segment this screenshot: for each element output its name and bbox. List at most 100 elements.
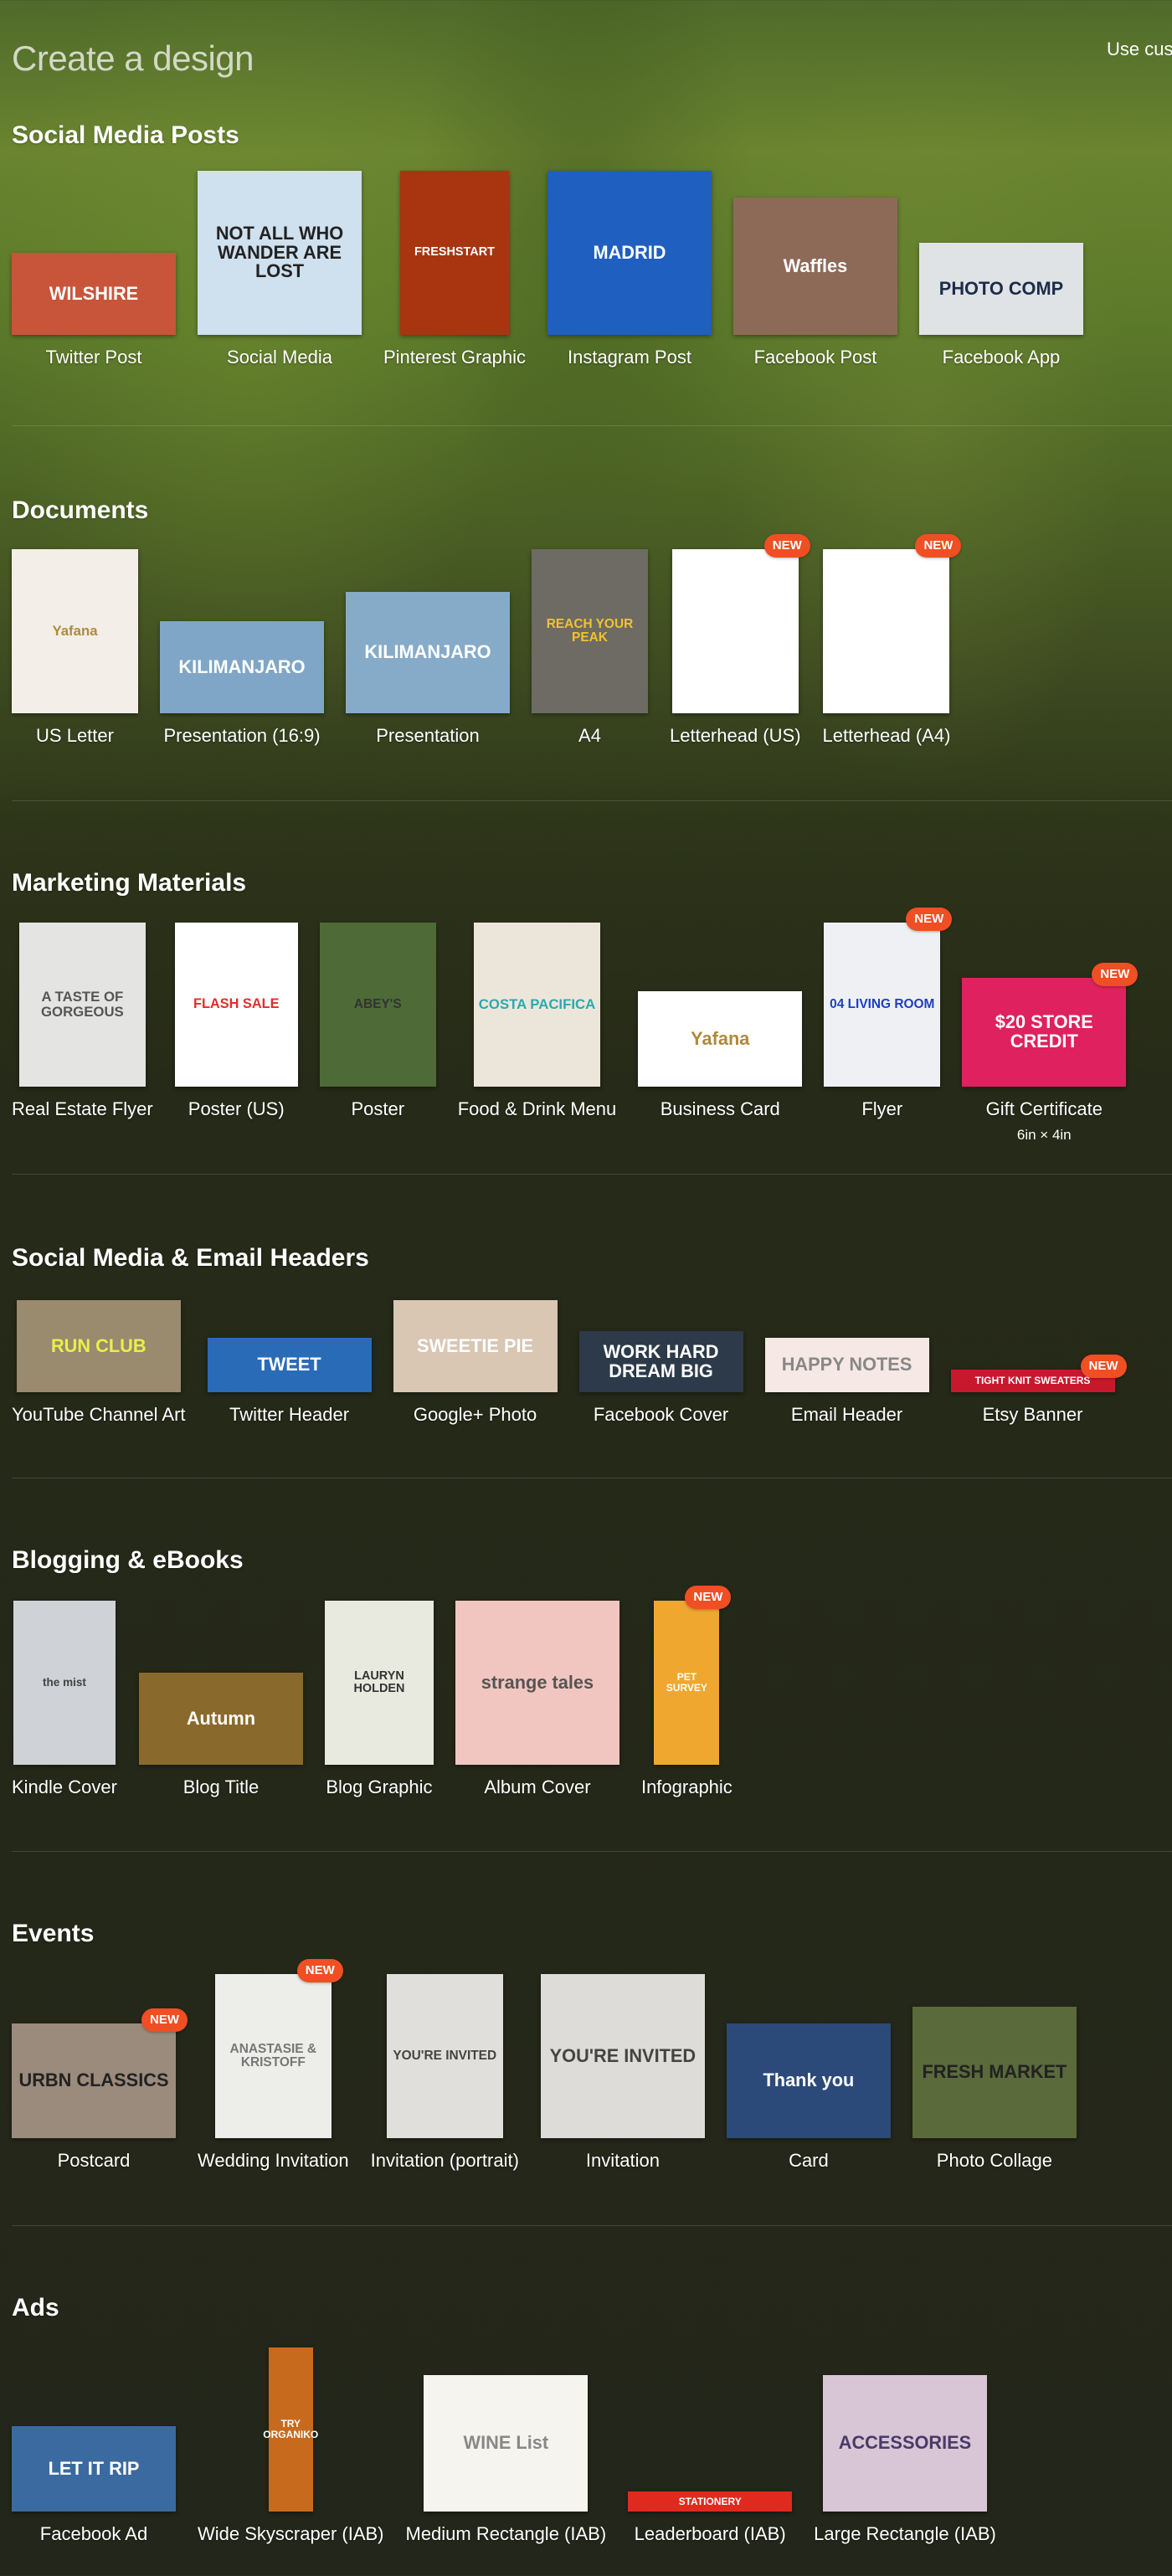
template-thumbnail[interactable]: MADRID [547, 171, 712, 335]
design-type-presentation[interactable]: KILIMANJARO Presentation [346, 592, 510, 747]
design-type-poster-us[interactable]: FLASH SALE Poster (US) [174, 923, 298, 1120]
design-type-medium-rectangle-iab[interactable]: WINE List Medium Rectangle (IAB) [406, 2375, 607, 2545]
design-type-real-estate-flyer[interactable]: A TASTE OF GORGEOUS Real Estate Flyer [12, 923, 153, 1120]
template-thumbnail[interactable]: TIGHT KNIT SWEATERS NEW [950, 1355, 1127, 1392]
design-type-label[interactable]: Facebook Cover [594, 1404, 728, 1426]
design-type-us-letter[interactable]: Yafana US Letter [12, 549, 138, 747]
template-thumbnail[interactable]: FRESH MARKET [912, 2007, 1077, 2138]
design-type-business-card[interactable]: Yafana Business Card [638, 991, 803, 1120]
design-type-card[interactable]: Thank you Card [726, 2023, 891, 2172]
template-thumbnail[interactable]: LAURYN HOLDEN [324, 1601, 434, 1765]
design-type-poster[interactable]: ABEY'S Poster [319, 923, 436, 1120]
template-thumbnail[interactable]: PHOTO COMP [918, 243, 1083, 335]
design-type-label[interactable]: Facebook Post [754, 347, 877, 368]
design-type-flyer[interactable]: 04 LIVING ROOM NEW Flyer [824, 908, 953, 1120]
design-type-email-header[interactable]: HAPPY NOTES Email Header [764, 1338, 929, 1426]
template-thumbnail[interactable]: strange tales [455, 1601, 619, 1765]
template-thumbnail[interactable]: $20 STORE CREDIT NEW [962, 963, 1139, 1087]
template-thumbnail[interactable]: ABEY'S [319, 923, 436, 1087]
template-thumbnail[interactable]: Thank you [726, 2023, 891, 2138]
design-type-a4[interactable]: REACH YOUR PEAK A4 [532, 549, 648, 747]
template-thumbnail[interactable]: COSTA PACIFICA [474, 923, 600, 1087]
design-type-label[interactable]: Letterhead (A4) [823, 725, 951, 747]
design-type-infographic[interactable]: PET SURVEY NEW Infographic [641, 1586, 732, 1798]
design-type-label[interactable]: Poster [351, 1098, 404, 1120]
template-thumbnail[interactable]: WINE List [424, 2375, 589, 2512]
design-type-label[interactable]: A4 [578, 725, 601, 747]
design-type-label[interactable]: Food & Drink Menu [458, 1098, 617, 1120]
design-type-label[interactable]: Kindle Cover [12, 1776, 117, 1798]
template-thumbnail[interactable]: FLASH SALE [174, 923, 298, 1087]
design-type-label[interactable]: Photo Collage [937, 2150, 1052, 2172]
template-thumbnail[interactable]: Yafana [12, 549, 138, 713]
design-type-label[interactable]: Facebook App [943, 347, 1061, 368]
template-thumbnail[interactable]: KILIMANJARO [346, 592, 510, 713]
template-thumbnail[interactable]: REACH YOUR PEAK [532, 549, 648, 713]
template-thumbnail[interactable]: YOU'RE INVITED [540, 1974, 705, 2138]
design-type-label[interactable]: Invitation (portrait) [371, 2150, 519, 2172]
design-type-pinterest-graphic[interactable]: FRESHSTART Pinterest Graphic [383, 171, 526, 368]
design-type-facebook-app[interactable]: PHOTO COMP Facebook App [918, 243, 1083, 368]
template-thumbnail[interactable]: ANASTASIE & KRISTOFF NEW [214, 1959, 343, 2138]
design-type-instagram-post[interactable]: MADRID Instagram Post [547, 171, 712, 368]
design-type-label[interactable]: Postcard [58, 2150, 131, 2172]
design-type-blog-graphic[interactable]: LAURYN HOLDEN Blog Graphic [324, 1601, 434, 1798]
design-type-label[interactable]: Large Rectangle (IAB) [814, 2523, 996, 2545]
use-custom-dimensions-link[interactable]: Use cus [1107, 39, 1172, 60]
design-type-kindle-cover[interactable]: the mist Kindle Cover [12, 1601, 117, 1798]
design-type-google-photo[interactable]: SWEETIE PIE Google+ Photo [393, 1300, 558, 1426]
template-thumbnail[interactable]: LET IT RIP [12, 2426, 176, 2512]
design-type-label[interactable]: Flyer [861, 1098, 902, 1120]
design-type-label[interactable]: Business Card [661, 1098, 780, 1120]
design-type-album-cover[interactable]: strange tales Album Cover [455, 1601, 619, 1798]
template-thumbnail[interactable]: TRY ORGANIKO [263, 2347, 318, 2512]
design-type-large-rectangle-iab[interactable]: ACCESSORIES Large Rectangle (IAB) [814, 2375, 996, 2545]
design-type-label[interactable]: Card [789, 2150, 829, 2172]
template-thumbnail[interactable]: SWEETIE PIE [393, 1300, 558, 1392]
template-thumbnail[interactable]: ACCESSORIES [822, 2375, 987, 2512]
design-type-label[interactable]: Etsy Banner [983, 1404, 1083, 1426]
template-thumbnail[interactable]: STATIONERY [628, 2491, 793, 2512]
design-type-label[interactable]: YouTube Channel Art [12, 1404, 186, 1426]
design-type-label[interactable]: Email Header [791, 1404, 902, 1426]
design-type-gift-certificate[interactable]: $20 STORE CREDIT NEW Gift Certificate 6in ×… [962, 963, 1139, 1143]
design-type-twitter-post[interactable]: WILSHIRE Twitter Post [12, 253, 176, 368]
design-type-label[interactable]: Presentation (16:9) [163, 725, 320, 747]
template-thumbnail[interactable]: KILIMANJARO [160, 621, 324, 713]
design-type-social-media[interactable]: NOT ALL WHO WANDER ARE LOST Social Media [198, 171, 362, 368]
design-type-label[interactable]: Leaderboard (IAB) [635, 2523, 786, 2545]
design-type-letterhead-us[interactable]: NEW Letterhead (US) [670, 534, 810, 747]
design-type-label[interactable]: Medium Rectangle (IAB) [406, 2523, 607, 2545]
design-type-invitation[interactable]: YOU'RE INVITED Invitation [540, 1974, 705, 2172]
template-thumbnail[interactable]: PET SURVEY NEW [654, 1586, 732, 1765]
design-type-leaderboard-iab[interactable]: STATIONERY Leaderboard (IAB) [628, 2491, 793, 2545]
template-thumbnail[interactable]: Yafana [638, 991, 803, 1087]
design-type-youtube-channel-art[interactable]: RUN CLUB YouTube Channel Art [12, 1300, 186, 1426]
template-thumbnail[interactable]: TWEET [207, 1338, 372, 1392]
design-type-label[interactable]: Infographic [641, 1776, 732, 1798]
template-thumbnail[interactable]: Waffles [732, 198, 897, 335]
template-thumbnail[interactable]: YOU'RE INVITED [386, 1974, 503, 2138]
design-type-label[interactable]: Real Estate Flyer [12, 1098, 153, 1120]
design-type-photo-collage[interactable]: FRESH MARKET Photo Collage [912, 2007, 1077, 2172]
template-thumbnail[interactable]: NEW [671, 534, 810, 713]
design-type-label[interactable]: US Letter [36, 725, 114, 747]
template-thumbnail[interactable]: A TASTE OF GORGEOUS [18, 923, 146, 1087]
template-thumbnail[interactable]: 04 LIVING ROOM NEW [824, 908, 953, 1087]
design-type-label[interactable]: Pinterest Graphic [383, 347, 526, 368]
design-type-wedding-invitation[interactable]: ANASTASIE & KRISTOFF NEW Wedding Invitatio… [198, 1959, 349, 2172]
template-thumbnail[interactable]: URBN CLASSICS NEW [12, 2008, 188, 2138]
design-type-label[interactable]: Poster (US) [188, 1098, 285, 1120]
template-thumbnail[interactable]: NOT ALL WHO WANDER ARE LOST [198, 171, 362, 335]
design-type-facebook-cover[interactable]: WORK HARD DREAM BIG Facebook Cover [578, 1331, 743, 1426]
design-type-twitter-header[interactable]: TWEET Twitter Header [207, 1338, 372, 1426]
design-type-food-drink-menu[interactable]: COSTA PACIFICA Food & Drink Menu [458, 923, 617, 1120]
design-type-label[interactable]: Album Cover [484, 1776, 590, 1798]
template-thumbnail[interactable]: Autumn [138, 1673, 303, 1765]
design-type-presentation-16-9[interactable]: KILIMANJARO Presentation (16:9) [160, 621, 324, 747]
design-type-etsy-banner[interactable]: TIGHT KNIT SWEATERS NEW Etsy Banner [950, 1355, 1127, 1426]
design-type-facebook-post[interactable]: Waffles Facebook Post [732, 198, 897, 368]
template-thumbnail[interactable]: FRESHSTART [399, 171, 509, 335]
design-type-label[interactable]: Instagram Post [568, 347, 691, 368]
design-type-label[interactable]: Gift Certificate [986, 1098, 1103, 1120]
